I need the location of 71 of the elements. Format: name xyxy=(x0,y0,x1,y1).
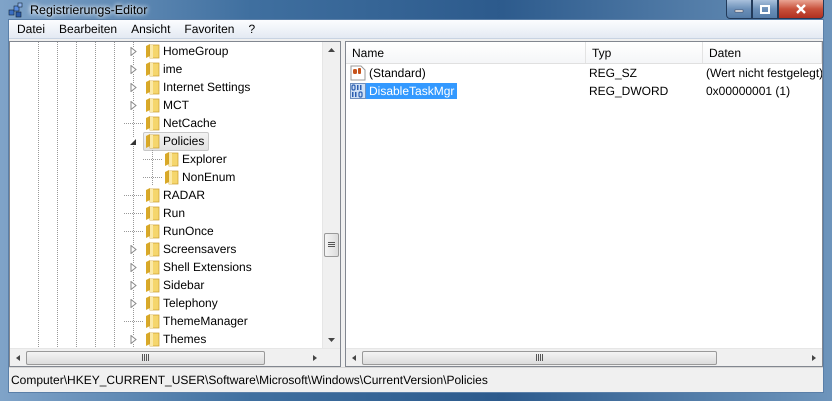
menu-item[interactable]: Favoriten xyxy=(177,22,242,36)
tree-item[interactable]: Policies xyxy=(143,132,210,150)
vertical-scrollbar[interactable] xyxy=(322,42,340,348)
tree-item[interactable]: Internet Settings xyxy=(143,78,256,96)
collapsed-arrow-icon[interactable] xyxy=(129,334,138,344)
collapsed-arrow-icon[interactable] xyxy=(129,280,138,290)
maximize-icon xyxy=(760,4,770,14)
menu-item[interactable]: Ansicht xyxy=(124,22,178,36)
close-icon xyxy=(795,4,807,14)
folder-icon xyxy=(145,97,160,113)
tree-item[interactable]: RADAR xyxy=(143,186,210,204)
collapsed-arrow-icon[interactable] xyxy=(129,64,138,74)
tree-item[interactable]: Screensavers xyxy=(143,240,242,258)
tree-item[interactable]: ThemeManager xyxy=(143,312,253,330)
horizontal-scrollbar[interactable] xyxy=(10,348,340,366)
registry-path: Computer\HKEY_CURRENT_USER\Software\Microsoft\Windows\CurrentVersion\Policies xyxy=(11,373,488,387)
table-cell-text: REG_SZ xyxy=(588,66,638,80)
value-name[interactable]: (Standard) xyxy=(366,65,429,81)
collapsed-arrow-icon[interactable] xyxy=(129,46,138,56)
tree-item[interactable]: NonEnum xyxy=(162,168,240,186)
folder-icon xyxy=(145,331,160,347)
folder-icon xyxy=(145,205,160,221)
folder-icon xyxy=(145,61,160,77)
minimize-button[interactable] xyxy=(726,0,752,19)
menu-item[interactable]: ? xyxy=(241,22,262,36)
maximize-button[interactable] xyxy=(752,0,778,19)
table-cell-text: 0x00000001 (1) xyxy=(705,84,792,98)
menu-item[interactable]: Datei xyxy=(10,22,52,36)
folder-icon xyxy=(164,169,179,185)
column-header[interactable]: Typ xyxy=(586,42,703,63)
tree-item[interactable]: NetCache xyxy=(143,114,222,132)
collapsed-arrow-icon[interactable] xyxy=(129,244,138,254)
tree-item[interactable]: Run xyxy=(143,204,190,222)
column-header[interactable]: Daten xyxy=(703,42,822,63)
string-value-icon xyxy=(350,65,366,81)
tree-item[interactable]: RunOnce xyxy=(143,222,219,240)
close-button[interactable] xyxy=(778,0,824,19)
folder-icon xyxy=(145,259,160,275)
tree-item[interactable]: MCT xyxy=(143,96,194,114)
folder-icon xyxy=(145,79,160,95)
tree-item[interactable]: HomeGroup xyxy=(143,42,234,60)
scroll-thumb[interactable] xyxy=(324,233,339,258)
binary-value-icon xyxy=(350,83,366,99)
folder-icon xyxy=(145,277,160,293)
collapsed-arrow-icon[interactable] xyxy=(129,100,138,110)
folder-icon xyxy=(145,295,160,311)
scroll-thumb[interactable] xyxy=(362,350,718,364)
horizontal-scrollbar[interactable] xyxy=(346,348,822,366)
tree-item[interactable]: Themes xyxy=(143,330,212,348)
folder-icon xyxy=(145,313,160,329)
folder-icon xyxy=(145,115,160,131)
collapsed-arrow-icon[interactable] xyxy=(129,82,138,92)
folder-icon xyxy=(164,151,179,167)
collapsed-arrow-icon[interactable] xyxy=(129,262,138,272)
menu-item[interactable]: Bearbeiten xyxy=(52,22,124,36)
registry-cubes-icon xyxy=(8,2,24,18)
table-cell-text: REG_DWORD xyxy=(588,84,670,98)
scroll-thumb[interactable] xyxy=(26,350,265,364)
folder-icon xyxy=(145,133,160,149)
folder-icon xyxy=(145,241,160,257)
collapsed-arrow-icon[interactable] xyxy=(129,298,138,308)
column-header[interactable]: Name xyxy=(346,42,586,63)
folder-icon xyxy=(145,43,160,59)
tree-item[interactable]: Explorer xyxy=(162,150,232,168)
window-title: Registrierungs-Editor xyxy=(30,2,148,16)
tree-item[interactable]: Sidebar xyxy=(143,276,210,294)
tree-item[interactable]: Shell Extensions xyxy=(143,258,257,276)
folder-icon xyxy=(145,223,160,239)
tree-item[interactable]: Telephony xyxy=(143,294,223,312)
tree-item[interactable]: ime xyxy=(143,60,188,78)
folder-icon xyxy=(145,187,160,203)
